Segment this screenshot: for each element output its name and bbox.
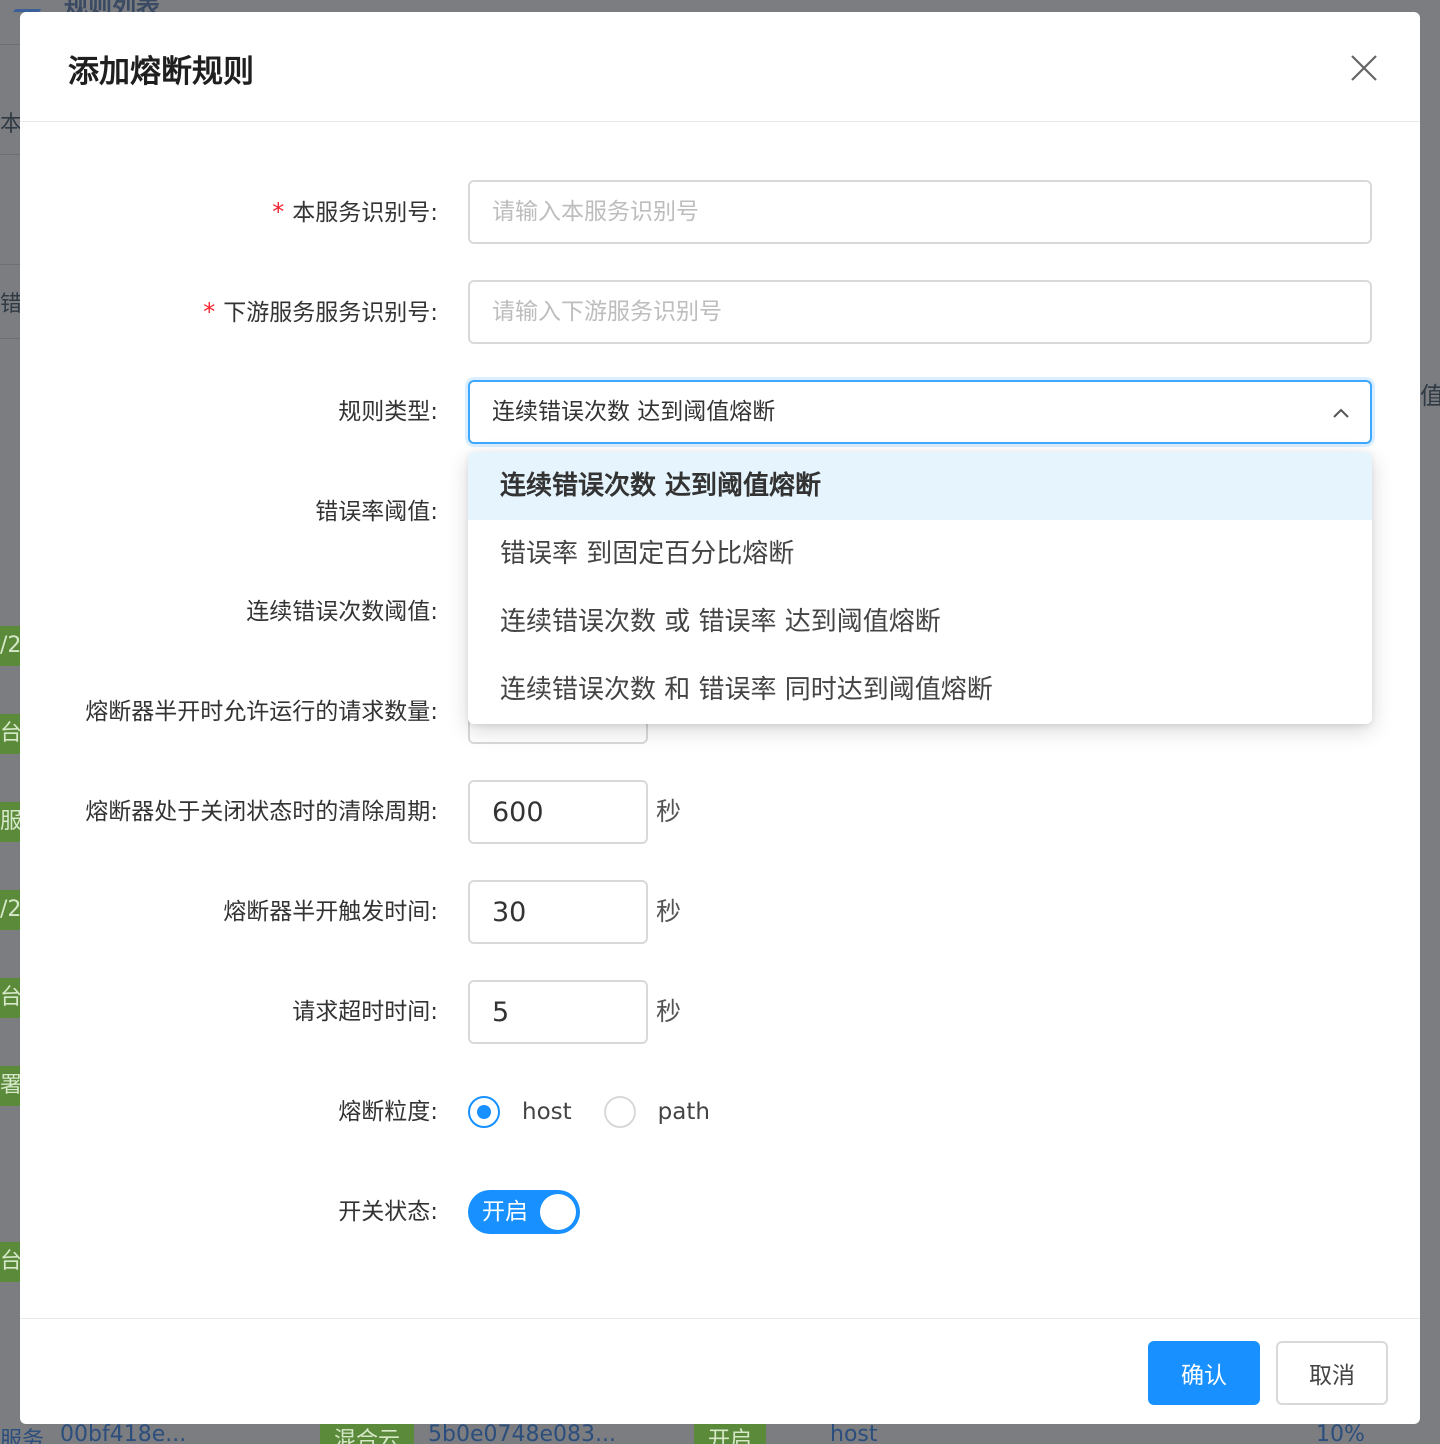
dropdown-option[interactable]: 连续错误次数 或 错误率 达到阈值熔断 bbox=[468, 588, 1372, 656]
background-tag: 服 bbox=[0, 802, 20, 842]
background-bottom-row: 服务 00bf418e... 混合云 5b0e0748e083... 开启 ho… bbox=[0, 1424, 1440, 1444]
granularity-radio-group: host path bbox=[468, 1080, 742, 1144]
granularity-radio-host[interactable]: host bbox=[468, 1096, 572, 1128]
granularity-radio-path[interactable]: path bbox=[603, 1096, 710, 1128]
service-id-input[interactable] bbox=[468, 180, 1372, 244]
dropdown-option[interactable]: 连续错误次数 和 错误率 同时达到阈值熔断 bbox=[468, 656, 1372, 724]
granularity-row: 熔断粒度: host path bbox=[20, 1080, 1420, 1144]
background-side-text: 本服 bbox=[0, 112, 20, 137]
background-tag: 台 bbox=[0, 1242, 20, 1282]
background-bottom-cell: host bbox=[830, 1424, 878, 1444]
toggle-text: 开启 bbox=[482, 1199, 528, 1225]
half-open-requests-label: 熔断器半开时允许运行的请求数量: bbox=[85, 699, 438, 725]
downstream-id-row: * 下游服务服务识别号: bbox=[20, 280, 1420, 344]
background-bottom-cell: 混合云 bbox=[320, 1424, 415, 1444]
clear-period-row: 熔断器处于关闭状态时的清除周期: 秒 bbox=[20, 780, 1420, 844]
clear-period-input[interactable] bbox=[468, 780, 648, 844]
close-button[interactable] bbox=[1348, 52, 1380, 84]
background-bottom-cell: 5b0e0748e083... bbox=[428, 1424, 616, 1444]
rule-type-row: 规则类型: 连续错误次数 达到阈值熔断 bbox=[20, 380, 1420, 444]
radio-checked-icon bbox=[468, 1096, 500, 1128]
error-rate-label: 错误率阈值: bbox=[315, 499, 438, 525]
background-bottom-cell: 服务 bbox=[0, 1428, 45, 1444]
background-divider bbox=[0, 338, 20, 339]
required-mark: * bbox=[272, 198, 285, 226]
background-tag: 台 bbox=[0, 978, 20, 1018]
background-divider bbox=[0, 44, 20, 45]
toggle-knob bbox=[540, 1194, 576, 1230]
seconds-unit: 秒 bbox=[656, 897, 682, 926]
half-open-time-row: 熔断器半开触发时间: 秒 bbox=[20, 880, 1420, 944]
background-tag: 署 bbox=[0, 1066, 20, 1106]
background-divider bbox=[0, 264, 20, 265]
half-open-time-input[interactable] bbox=[468, 880, 648, 944]
dropdown-option[interactable]: 连续错误次数 达到阈值熔断 bbox=[468, 452, 1372, 520]
add-circuit-breaker-modal: 添加熔断规则 *本服务识别号: *下游服务服务识别号: 规则类型: 连续错误次数… bbox=[20, 12, 1420, 1424]
background-right-text: 值 bbox=[1420, 382, 1440, 410]
consecutive-errors-label: 连续错误次数阈值: bbox=[246, 599, 438, 625]
rule-type-dropdown: 连续错误次数 达到阈值熔断 错误率 到固定百分比熔断 连续错误次数 或 错误率 … bbox=[468, 452, 1372, 724]
rule-type-select[interactable]: 连续错误次数 达到阈值熔断 bbox=[468, 380, 1372, 444]
background-tag: 台 bbox=[0, 714, 20, 754]
downstream-id-label: * 下游服务服务识别号: bbox=[203, 298, 438, 326]
background-bottom-cell: 10% bbox=[1316, 1424, 1365, 1444]
required-mark: * bbox=[203, 298, 216, 326]
granularity-label: 熔断粒度: bbox=[338, 1099, 438, 1125]
downstream-id-input[interactable] bbox=[468, 280, 1372, 344]
radio-label: path bbox=[657, 1099, 710, 1125]
background-bottom-cell: 00bf418e... bbox=[60, 1424, 187, 1444]
timeout-input[interactable] bbox=[468, 980, 648, 1044]
switch-label: 开关状态: bbox=[338, 1199, 438, 1225]
confirm-button[interactable]: 确认 bbox=[1148, 1341, 1260, 1405]
close-icon bbox=[1351, 55, 1377, 81]
background-divider bbox=[0, 154, 20, 155]
rule-type-label: 规则类型: bbox=[338, 399, 438, 425]
background-bottom-cell: 开启 bbox=[694, 1424, 767, 1444]
modal-header: 添加熔断规则 bbox=[20, 12, 1420, 122]
timeout-label: 请求超时时间: bbox=[292, 999, 438, 1025]
dropdown-option[interactable]: 错误率 到固定百分比熔断 bbox=[468, 520, 1372, 588]
chevron-up-icon bbox=[1333, 408, 1349, 418]
seconds-unit: 秒 bbox=[656, 997, 682, 1026]
background-side-text: 错 bbox=[0, 292, 20, 317]
modal-title: 添加熔断规则 bbox=[68, 54, 254, 90]
status-toggle[interactable]: 开启 bbox=[468, 1190, 580, 1234]
cancel-button[interactable]: 取消 bbox=[1276, 1341, 1388, 1405]
timeout-row: 请求超时时间: 秒 bbox=[20, 980, 1420, 1044]
clear-period-label: 熔断器处于关闭状态时的清除周期: bbox=[85, 799, 438, 825]
background-tag: /2 bbox=[0, 890, 20, 930]
rule-type-value: 连续错误次数 达到阈值熔断 bbox=[492, 399, 776, 425]
background-tag: /2 bbox=[0, 626, 20, 666]
radio-unchecked-icon bbox=[603, 1096, 636, 1128]
service-id-label: * 本服务识别号: bbox=[272, 198, 438, 226]
switch-row: 开关状态: 开启 bbox=[20, 1180, 1420, 1244]
service-id-row: * 本服务识别号: bbox=[20, 180, 1420, 244]
send-icon bbox=[12, 0, 50, 12]
half-open-time-label: 熔断器半开触发时间: bbox=[223, 899, 438, 925]
seconds-unit: 秒 bbox=[656, 797, 682, 826]
modal-footer: 确认 取消 bbox=[20, 1318, 1420, 1424]
radio-label: host bbox=[522, 1099, 572, 1125]
